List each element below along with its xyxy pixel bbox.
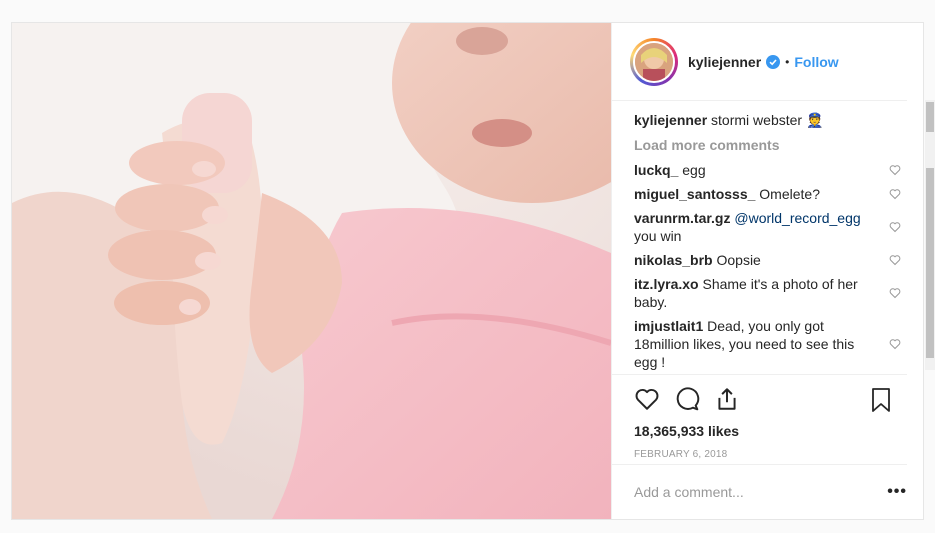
comment-username[interactable]: nikolas_brb [634,252,713,268]
post-sidebar: kyliejenner • Follow kyliejenner stormi … [611,23,923,519]
scrollbar-thumb[interactable] [926,168,934,358]
add-comment-input[interactable]: Add a comment... [634,484,744,500]
caption-username[interactable]: kyliejenner [634,112,707,128]
post-date: FEBRUARY 6, 2018 [634,449,728,460]
comment-text: Oopsie [716,252,761,268]
post-author-username[interactable]: kyliejenner [688,54,761,70]
comment-like-heart-icon[interactable] [889,221,901,233]
comment-username[interactable]: imjustlait1 [634,318,703,334]
bookmark-icon[interactable] [869,387,893,413]
add-comment-bar: Add a comment... ••• [612,464,907,519]
comment-item: imjustlait1 Dead, you only got 18million… [634,317,923,371]
comment-username[interactable]: miguel_santosss_ [634,186,755,202]
follow-button[interactable]: Follow [794,54,838,70]
load-more-comments-button[interactable]: Load more comments [634,137,923,153]
post-header: kyliejenner • Follow [612,23,907,101]
comment-text: egg [682,162,706,178]
baby-hand-photo [12,23,611,519]
comment-like-heart-icon[interactable] [889,188,901,200]
comment-username[interactable]: varunrm.tar.gz [634,210,730,226]
avatar-image [635,42,673,81]
comment-item: itz.lyra.xo Shame it's a photo of her ba… [634,275,923,311]
action-bar [634,383,907,415]
comment-like-heart-icon[interactable] [889,287,901,299]
comment-like-heart-icon[interactable] [889,254,901,266]
comment-item: nikolas_brb Oopsie [634,251,923,269]
page-scrollbar[interactable] [925,100,935,370]
share-icon[interactable] [714,386,740,412]
comment-like-heart-icon[interactable] [889,338,901,350]
likes-count[interactable]: 18,365,933 likes [634,423,907,439]
comment-text: Omelete? [759,186,820,202]
comment-item: varunrm.tar.gz @world_record_egg you win [634,209,923,245]
instagram-post: kyliejenner • Follow kyliejenner stormi … [11,22,924,520]
post-actions: 18,365,933 likes FEBRUARY 6, 2018 [612,374,907,464]
comment-text: you win [634,228,682,244]
caption-text: stormi webster 👮 [711,112,824,128]
comment-mention[interactable]: @world_record_egg [734,210,860,226]
comments-section[interactable]: kyliejenner stormi webster 👮 Load more c… [612,101,923,374]
comment-like-heart-icon[interactable] [889,164,901,176]
avatar [633,40,675,83]
avatar-story-ring[interactable] [630,37,678,86]
heart-icon[interactable] [634,386,660,412]
more-options-icon[interactable]: ••• [887,483,907,501]
post-photo[interactable] [12,23,611,519]
comment-item: luckq_ egg [634,161,923,179]
comment-username[interactable]: itz.lyra.xo [634,276,699,292]
comment-username[interactable]: luckq_ [634,162,678,178]
comment-bubble-icon[interactable] [674,386,700,412]
comment-item: miguel_santosss_ Omelete? [634,185,923,203]
verified-badge-icon [766,54,781,69]
scrollbar-thumb[interactable] [926,102,934,132]
post-caption: kyliejenner stormi webster 👮 [634,111,923,129]
separator-dot: • [785,54,790,69]
